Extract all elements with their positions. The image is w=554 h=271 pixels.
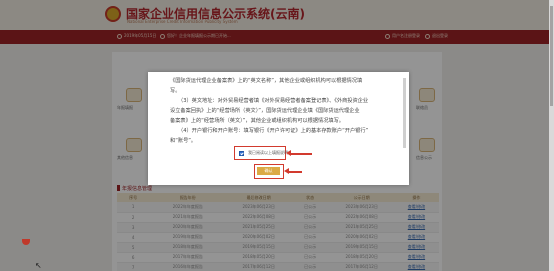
instructions-dialog: 《国际货运代理企业备案表》上的“英文名称”，其他企业或组织机构可以根据情况填 写…: [148, 72, 409, 185]
instruction-line: 《国际货运代理企业备案表》上的“英文名称”，其他企业或组织机构可以根据情况填: [170, 78, 363, 84]
instruction-line: 和“账号”。: [170, 138, 197, 144]
instruction-line: 备案表》上的“经营场所（英文）”，其他企业或组织机构可以根据情况填写。: [170, 118, 344, 124]
annotation-arrow-checkbox: [286, 150, 312, 156]
instruction-line: 写。: [170, 88, 181, 94]
read-confirm-highlight: 我已阅读以上填报说明: [234, 146, 288, 160]
dialog-scrollbar[interactable]: [403, 78, 406, 148]
read-confirm-checkbox[interactable]: [239, 151, 244, 156]
read-confirm-label[interactable]: 我已阅读以上填报说明: [248, 150, 288, 156]
instruction-line: 设立备案回执》上的“经营场所（英文）”，国际货运代理企业填《国际货运代理企业: [170, 108, 360, 114]
page-scrollbar-thumb[interactable]: [550, 6, 553, 106]
instruction-line: （4）开户银行和开户账号：填写银行《开户许可证》上的基本存款账户“开户银行”: [178, 128, 369, 134]
annotation-arrow-ok: [284, 168, 302, 174]
instructions-text: 《国际货运代理企业备案表》上的“英文名称”，其他企业或组织机构可以根据情况填 写…: [170, 76, 396, 146]
ok-button[interactable]: 确认: [257, 167, 280, 175]
ok-button-highlight: 确认: [254, 164, 284, 179]
mouse-cursor-icon: ↖: [35, 261, 42, 270]
instruction-line: （3）英文地址：对外贸易经营者填《对外贸易经营者备案登记表》、《外商投资企业: [178, 98, 369, 104]
